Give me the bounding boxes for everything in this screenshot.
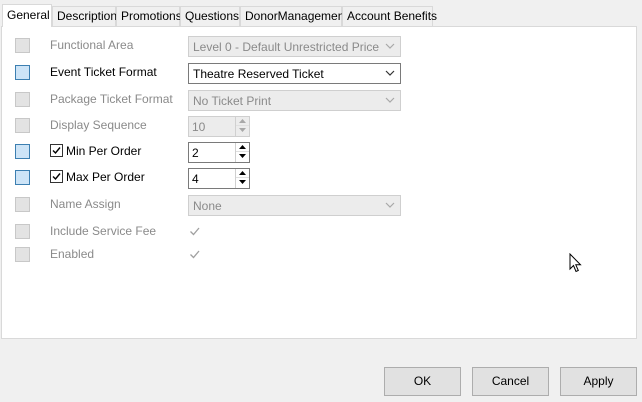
max-per-order-row: Max Per Order 4 xyxy=(2,167,638,189)
max-per-order-stepper[interactable]: 4 xyxy=(188,168,250,189)
ok-button[interactable]: OK xyxy=(384,367,461,396)
name-assign-value: None xyxy=(193,199,222,213)
display-sequence-indicator[interactable] xyxy=(15,118,30,133)
display-sequence-value: 10 xyxy=(192,120,206,134)
name-assign-select[interactable]: None xyxy=(188,195,401,216)
name-assign-indicator[interactable] xyxy=(15,197,30,212)
package-ticket-format-row: Package Ticket Format No Ticket Print xyxy=(2,89,638,111)
caret-up-icon xyxy=(239,171,246,175)
min-per-order-stepper[interactable]: 2 xyxy=(188,142,250,163)
event-ticket-format-select[interactable]: Theatre Reserved Ticket xyxy=(188,63,401,84)
event-ticket-format-row: Event Ticket Format Theatre Reserved Tic… xyxy=(2,62,638,84)
functional-area-select[interactable]: Level 0 - Default Unrestricted Price xyxy=(188,36,401,57)
min-per-order-label: Min Per Order xyxy=(66,144,142,158)
enabled-row: Enabled xyxy=(2,244,638,266)
general-panel: Functional Area Level 0 - Default Unrest… xyxy=(1,26,637,339)
display-sequence-spin-buttons xyxy=(235,117,249,136)
spin-up-button[interactable] xyxy=(236,143,249,152)
functional-area-row: Functional Area Level 0 - Default Unrest… xyxy=(2,35,638,57)
max-per-order-value: 4 xyxy=(192,172,199,186)
min-per-order-spin-buttons xyxy=(235,143,249,162)
spin-up-button[interactable] xyxy=(236,169,249,178)
min-per-order-checkbox[interactable] xyxy=(50,144,63,157)
caret-down-icon xyxy=(239,128,246,132)
display-sequence-label: Display Sequence xyxy=(50,118,147,132)
include-service-fee-indicator[interactable] xyxy=(15,224,30,239)
tab-donor-management[interactable]: DonorManagement xyxy=(240,6,348,26)
functional-area-indicator[interactable] xyxy=(15,38,30,53)
display-sequence-row: Display Sequence 10 xyxy=(2,115,638,137)
display-sequence-stepper[interactable]: 10 xyxy=(188,116,250,137)
spin-down-button[interactable] xyxy=(236,178,249,187)
chevron-down-icon xyxy=(385,43,395,49)
check-icon xyxy=(52,173,61,181)
caret-down-icon xyxy=(239,180,246,184)
tab-description[interactable]: Description xyxy=(52,6,117,26)
mouse-pointer-icon xyxy=(569,253,582,273)
tab-promotions[interactable]: Promotions xyxy=(116,6,182,26)
chevron-down-icon xyxy=(385,97,395,103)
min-per-order-checkbox-label[interactable]: Min Per Order xyxy=(50,144,141,158)
chevron-down-icon xyxy=(385,202,395,208)
max-per-order-checkbox-label[interactable]: Max Per Order xyxy=(50,170,145,184)
event-ticket-format-label: Event Ticket Format xyxy=(50,65,157,79)
include-service-fee-checkbox[interactable] xyxy=(188,225,201,238)
min-per-order-indicator[interactable] xyxy=(15,144,30,159)
caret-down-icon xyxy=(239,154,246,158)
include-service-fee-label: Include Service Fee xyxy=(50,224,157,238)
package-ticket-format-label: Package Ticket Format xyxy=(50,92,173,106)
min-per-order-value: 2 xyxy=(192,146,199,160)
package-ticket-format-value: No Ticket Print xyxy=(193,94,272,108)
event-ticket-format-indicator[interactable] xyxy=(15,65,30,80)
max-per-order-label: Max Per Order xyxy=(66,170,145,184)
tab-account-benefits[interactable]: Account Benefits xyxy=(342,6,437,26)
chevron-down-icon xyxy=(385,70,395,76)
check-icon xyxy=(52,147,61,155)
tab-strip: General Description Promotions Questions… xyxy=(0,0,642,27)
apply-button[interactable]: Apply xyxy=(560,367,637,396)
cancel-button[interactable]: Cancel xyxy=(472,367,549,396)
spin-up-button[interactable] xyxy=(236,117,249,126)
max-per-order-checkbox[interactable] xyxy=(50,170,63,183)
max-per-order-indicator[interactable] xyxy=(15,170,30,185)
functional-area-label: Functional Area xyxy=(50,38,134,52)
max-per-order-spin-buttons xyxy=(235,169,249,188)
include-service-fee-row: Include Service Fee xyxy=(2,221,638,243)
enabled-indicator[interactable] xyxy=(15,247,30,262)
name-assign-label: Name Assign xyxy=(50,197,121,211)
caret-up-icon xyxy=(239,119,246,123)
min-per-order-row: Min Per Order 2 xyxy=(2,141,638,163)
enabled-checkbox[interactable] xyxy=(188,248,201,261)
package-ticket-format-select[interactable]: No Ticket Print xyxy=(188,90,401,111)
tab-general[interactable]: General xyxy=(2,4,52,27)
name-assign-row: Name Assign None xyxy=(2,194,638,216)
caret-up-icon xyxy=(239,145,246,149)
enabled-label: Enabled xyxy=(50,247,95,261)
package-ticket-format-indicator[interactable] xyxy=(15,92,30,107)
tab-questions[interactable]: Questions xyxy=(180,6,240,26)
functional-area-value: Level 0 - Default Unrestricted Price xyxy=(193,40,380,54)
spin-down-button[interactable] xyxy=(236,152,249,161)
spin-down-button[interactable] xyxy=(236,126,249,135)
event-ticket-format-value: Theatre Reserved Ticket xyxy=(193,67,324,81)
